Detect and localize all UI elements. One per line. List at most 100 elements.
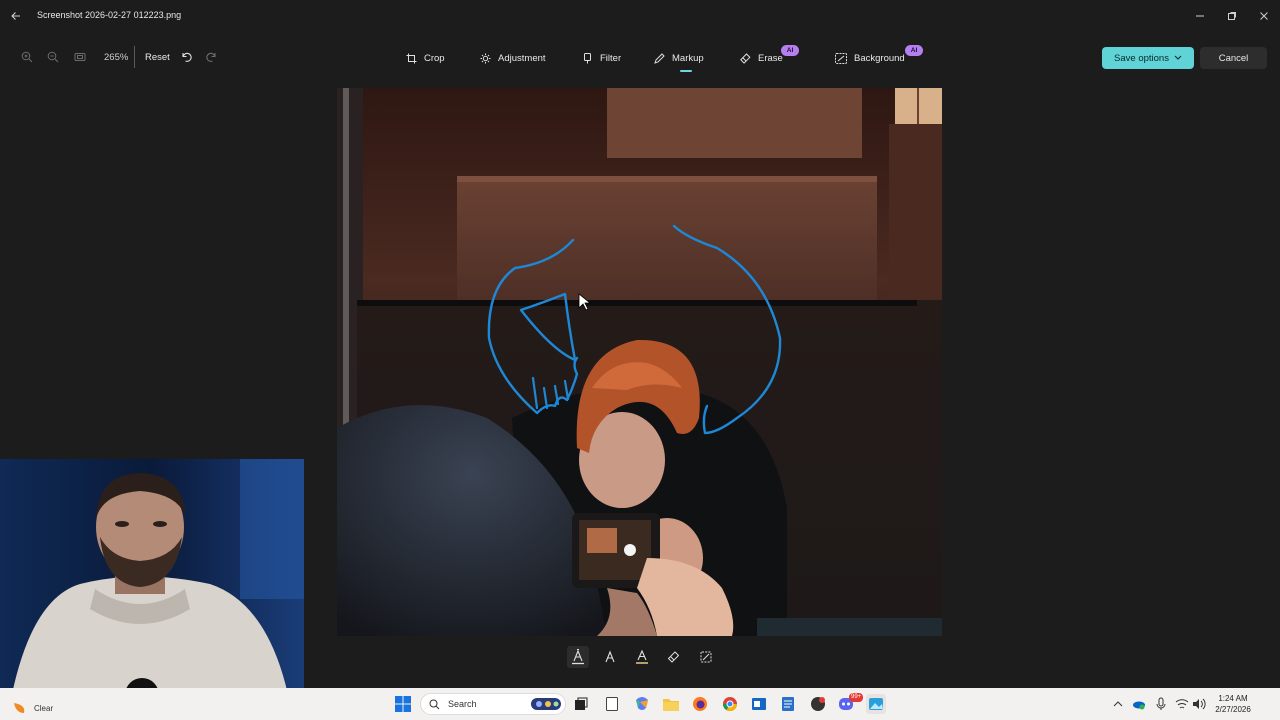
minimize-button[interactable] <box>1190 6 1210 26</box>
outlook-icon <box>752 698 766 710</box>
clock-time: 1:24 AM <box>1218 694 1248 703</box>
tab-erase-label: Erase <box>758 52 783 64</box>
zoom-level[interactable]: 265% <box>104 52 128 63</box>
close-button[interactable] <box>1254 6 1274 26</box>
taskbar-firefox[interactable] <box>690 694 710 714</box>
ballpoint-pen-icon <box>572 649 584 665</box>
taskbar-clock[interactable]: 1:24 AM 2/27/2026 <box>1210 693 1256 715</box>
maximize-button[interactable] <box>1222 6 1242 26</box>
pencil-icon <box>605 650 615 663</box>
tab-markup[interactable]: Markup <box>654 46 704 70</box>
app-icon <box>811 697 825 711</box>
highlighter-icon <box>636 649 648 664</box>
notification-badge: 99+ <box>849 693 864 702</box>
ai-badge: AI <box>905 45 923 56</box>
ai-badge: AI <box>781 45 799 56</box>
minimize-icon <box>1196 15 1204 17</box>
eraser-icon <box>740 52 751 63</box>
arrow-left-icon <box>11 12 20 20</box>
fit-to-window-button[interactable] <box>71 48 89 66</box>
save-options-label: Save options <box>1114 52 1169 64</box>
ballpoint-pen-tool[interactable] <box>567 646 589 668</box>
tab-filter[interactable]: Filter <box>582 46 621 70</box>
clear-all-icon <box>700 651 712 663</box>
close-icon <box>1260 12 1268 20</box>
restore-icon <box>1228 12 1236 20</box>
undo-button[interactable] <box>177 48 195 66</box>
tray-wifi[interactable] <box>1174 696 1190 712</box>
redo-button[interactable] <box>203 48 221 66</box>
firefox-icon <box>693 697 707 711</box>
tab-filter-label: Filter <box>600 52 622 64</box>
taskbar-chrome[interactable] <box>720 694 740 714</box>
tray-microphone[interactable] <box>1153 696 1169 712</box>
microphone-icon <box>1156 697 1166 710</box>
webcam-image <box>0 459 304 704</box>
wifi-icon <box>1175 699 1189 709</box>
title-bar: Screenshot 2026-02-27 012223.png <box>0 0 1280 32</box>
notes-icon <box>782 697 794 711</box>
markup-stroke <box>519 292 577 362</box>
eraser-tool[interactable] <box>663 646 685 668</box>
taskbar-search[interactable]: Search <box>420 693 566 715</box>
weather-widget[interactable]: Clear <box>12 703 53 713</box>
crop-icon <box>406 53 417 63</box>
clear-all-tool[interactable] <box>695 646 717 668</box>
tray-volume[interactable] <box>1191 696 1207 712</box>
taskbar-copilot[interactable] <box>632 694 652 714</box>
tab-background[interactable]: Background <box>835 46 905 70</box>
markup-ink-layer[interactable] <box>337 88 942 636</box>
tab-crop-label: Crop <box>424 52 445 64</box>
zoom-in-button[interactable] <box>18 48 36 66</box>
brightness-icon <box>480 53 491 63</box>
tab-markup-label: Markup <box>672 52 704 64</box>
pencil-tool[interactable] <box>599 646 621 668</box>
markup-stroke <box>487 238 579 415</box>
tab-adjustment[interactable]: Adjustment <box>480 46 546 70</box>
moon-icon <box>14 703 25 713</box>
chrome-icon <box>723 697 737 711</box>
reset-button[interactable]: Reset <box>145 52 170 63</box>
volume-icon <box>1193 698 1206 710</box>
clock-date: 2/27/2026 <box>1215 705 1251 714</box>
tab-erase[interactable]: Erase <box>740 46 783 70</box>
taskbar-notepad[interactable] <box>602 694 622 714</box>
onedrive-icon <box>1133 701 1145 710</box>
background-icon <box>835 52 847 64</box>
taskbar-notes[interactable] <box>778 694 798 714</box>
folder-icon <box>663 699 679 711</box>
taskbar-file-explorer[interactable] <box>661 694 681 714</box>
taskbar: Clear Search 99+ 1:24 AM 2/27/2026 <box>0 688 1280 720</box>
highlighter-tool[interactable] <box>631 646 653 668</box>
document-icon <box>606 697 618 711</box>
back-button[interactable] <box>8 8 24 24</box>
tray-overflow-button[interactable] <box>1110 696 1126 712</box>
editor-toolbar: 265% Reset Crop Adjustment Filter Markup… <box>0 38 1280 78</box>
pen-icon <box>654 52 665 64</box>
taskbar-photos[interactable] <box>866 694 886 714</box>
markup-stroke <box>531 376 570 410</box>
eraser-icon <box>667 651 680 663</box>
undo-icon <box>182 52 192 62</box>
zoom-out-button[interactable] <box>44 48 62 66</box>
chevron-up-icon <box>1113 701 1123 707</box>
tray-onedrive[interactable] <box>1131 696 1147 712</box>
copilot-icon <box>636 697 648 710</box>
fit-window-icon <box>74 53 86 61</box>
zoom-in-icon <box>21 51 33 63</box>
filter-icon <box>584 52 591 63</box>
task-view-button[interactable] <box>571 694 591 714</box>
webcam-overlay <box>0 459 304 704</box>
markup-tool-bar <box>562 641 722 673</box>
save-options-button[interactable]: Save options <box>1102 47 1194 69</box>
zoom-out-icon <box>47 51 59 63</box>
start-button[interactable] <box>393 694 413 714</box>
taskbar-outlook[interactable] <box>749 694 769 714</box>
tab-adjustment-label: Adjustment <box>498 52 546 64</box>
cancel-button[interactable]: Cancel <box>1200 47 1267 69</box>
toolbar-divider <box>134 46 135 68</box>
tab-crop[interactable]: Crop <box>406 46 445 70</box>
taskbar-app-dark[interactable] <box>808 694 828 714</box>
mouse-cursor-icon <box>578 293 592 311</box>
search-placeholder: Search <box>448 699 477 709</box>
